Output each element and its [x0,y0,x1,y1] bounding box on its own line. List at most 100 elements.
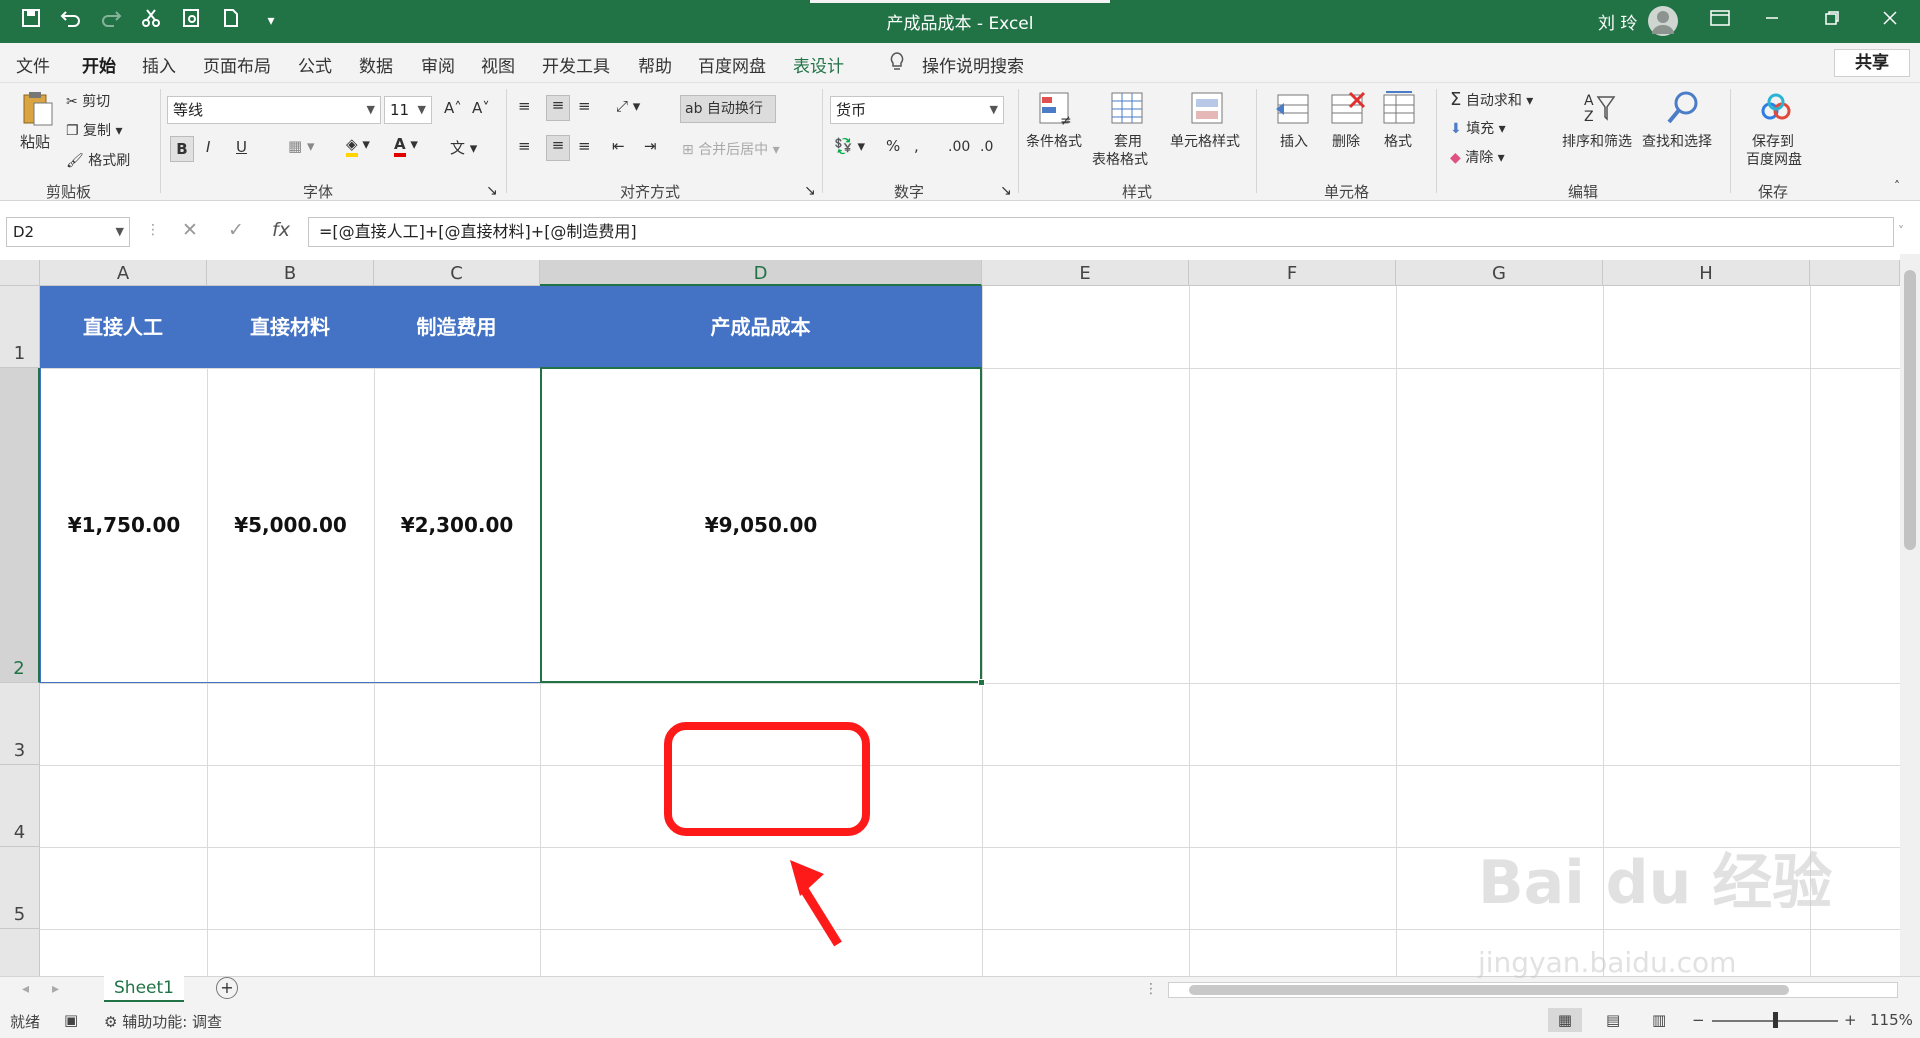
cell-c1[interactable]: 制造费用 [374,286,540,368]
tab-baidu-netdisk[interactable]: 百度网盘 [698,52,766,77]
tab-view[interactable]: 视图 [481,52,515,77]
cell-d1[interactable]: 产成品成本 [540,286,982,368]
phonetic-icon[interactable]: 文 ▾ [450,137,477,158]
sheet-tab-sheet1[interactable]: Sheet1 [104,976,184,1003]
format-as-table-line2[interactable]: 表格格式 [1092,149,1148,169]
expand-formula-icon[interactable]: ˅ [1898,224,1904,238]
format-cells-icon[interactable] [1380,89,1420,129]
orientation-icon[interactable]: ⤢ ▾ [616,97,640,115]
decrease-indent-icon[interactable]: ⇤ [612,137,625,155]
decrease-decimal-icon[interactable]: .0 [980,139,993,155]
normal-view-icon[interactable]: ▦ [1548,1008,1582,1032]
cell-c2[interactable]: ¥2,300.00 [374,368,540,682]
sort-filter-icon[interactable]: AZ [1580,89,1620,129]
merge-center-button[interactable]: ⊞ 合并后居中 ▾ [682,139,780,159]
increase-decimal-icon[interactable]: .00 [948,139,970,155]
cut-button[interactable]: ✂ 剪切 [66,91,110,111]
column-header-e[interactable]: E [982,260,1189,286]
delete-cells-button[interactable]: 删除 [1332,131,1360,151]
save-to-netdisk-line2[interactable]: 百度网盘 [1746,149,1802,169]
page-layout-view-icon[interactable]: ▤ [1606,1011,1620,1029]
hscroll-thumb[interactable] [1189,985,1789,995]
cell-styles-icon[interactable] [1188,89,1228,129]
align-right-icon[interactable]: ≡ [578,137,591,155]
user-name[interactable]: 刘 玲 [1598,9,1637,34]
row-header-2[interactable]: 2 [0,368,40,683]
zoom-slider-thumb[interactable] [1773,1012,1778,1028]
row-header-5[interactable]: 5 [0,847,40,929]
italic-button[interactable]: I [206,138,210,156]
vertical-scrollbar[interactable] [1900,254,1920,976]
row-header-1[interactable]: 1 [0,286,40,368]
format-painter-button[interactable]: 🖌 格式刷 [66,150,130,170]
format-as-table-icon[interactable] [1108,89,1148,129]
font-color-icon[interactable]: A ▾ [394,135,418,157]
page-break-view-icon[interactable]: ▥ [1652,1011,1666,1029]
font-size-select[interactable]: 11 ▼ [384,96,432,124]
fill-handle[interactable] [978,679,985,686]
delete-cells-icon[interactable] [1328,89,1368,129]
align-center-icon[interactable]: ≡ [546,135,570,161]
column-header-g[interactable]: G [1396,260,1603,286]
currency-icon[interactable]: 💱 ▾ [834,137,865,155]
increase-font-icon[interactable]: A˄ [444,99,462,117]
avatar[interactable] [1648,6,1678,36]
align-left-icon[interactable]: ≡ [518,137,531,155]
baidu-netdisk-icon[interactable] [1756,89,1796,129]
tell-me-search[interactable]: 操作说明搜索 [922,52,1024,77]
clear-button[interactable]: ◆ 清除 ▾ [1450,147,1505,167]
align-bottom-icon[interactable]: ≡ [578,97,591,115]
font-dialog-icon[interactable]: ↘ [486,183,498,199]
number-format-select[interactable]: 货币 ▼ [830,96,1004,124]
insert-cells-button[interactable]: 插入 [1280,131,1308,151]
sort-filter-button[interactable]: 排序和筛选 [1562,131,1632,151]
tab-table-design[interactable]: 表设计 [793,52,844,77]
accessibility-status[interactable]: ⚙ 辅助功能: 调查 [104,1011,222,1032]
insert-cells-icon[interactable] [1274,89,1314,129]
cell-b1[interactable]: 直接材料 [207,286,374,368]
scroll-thumb[interactable] [1904,270,1916,550]
fill-color-icon[interactable]: ◈ ▾ [346,135,370,157]
column-header-a[interactable]: A [40,260,207,286]
decrease-font-icon[interactable]: A˅ [472,99,490,117]
insert-function-icon[interactable]: fx [272,219,290,241]
tab-data[interactable]: 数据 [359,52,393,77]
splitter-icon[interactable]: ⋮ [1144,981,1158,997]
row-header-6[interactable] [0,929,40,976]
cell-a1[interactable]: 直接人工 [40,286,207,368]
row-header-3[interactable]: 3 [0,683,40,765]
column-header-f[interactable]: F [1189,260,1396,286]
zoom-in-icon[interactable]: + [1844,1011,1857,1029]
tab-page-layout[interactable]: 页面布局 [203,52,271,77]
tab-help[interactable]: 帮助 [638,52,672,77]
find-select-icon[interactable] [1664,89,1704,129]
wrap-text-button[interactable]: ab 自动换行 [680,95,776,123]
cell-a2[interactable]: ¥1,750.00 [40,368,207,682]
conditional-format-button[interactable]: 条件格式 [1026,131,1082,151]
formula-input[interactable]: =[@直接人工]+[@直接材料]+[@制造费用] [308,217,1894,247]
column-header-c[interactable]: C [374,260,540,286]
prev-sheet-icon[interactable]: ◂ [22,981,29,997]
horizontal-scrollbar[interactable] [1168,982,1898,998]
comma-icon[interactable]: , [914,137,919,155]
tab-formulas[interactable]: 公式 [298,52,332,77]
font-name-select[interactable]: 等线 ▼ [167,96,381,124]
tab-insert[interactable]: 插入 [142,52,176,77]
next-sheet-icon[interactable]: ▸ [52,981,59,997]
tab-developer[interactable]: 开发工具 [542,52,610,77]
zoom-level[interactable]: 115% [1870,1011,1913,1029]
cancel-icon[interactable]: ✕ [182,219,198,241]
find-select-button[interactable]: 查找和选择 [1642,131,1712,151]
cell-styles-button[interactable]: 单元格样式 [1170,131,1240,151]
format-cells-button[interactable]: 格式 [1384,131,1412,151]
close-button[interactable] [1870,6,1910,36]
row-header-4[interactable]: 4 [0,765,40,847]
name-box[interactable]: D2 ▼ [6,217,130,247]
number-dialog-icon[interactable]: ↘ [1000,183,1012,199]
restore-button[interactable] [1812,6,1852,36]
tab-file[interactable]: 文件 [16,52,50,77]
align-middle-icon[interactable]: ≡ [546,95,570,121]
fill-button[interactable]: ⬇ 填充 ▾ [1450,118,1506,138]
enter-icon[interactable]: ✓ [228,219,244,241]
tab-home[interactable]: 开始 [82,52,116,86]
